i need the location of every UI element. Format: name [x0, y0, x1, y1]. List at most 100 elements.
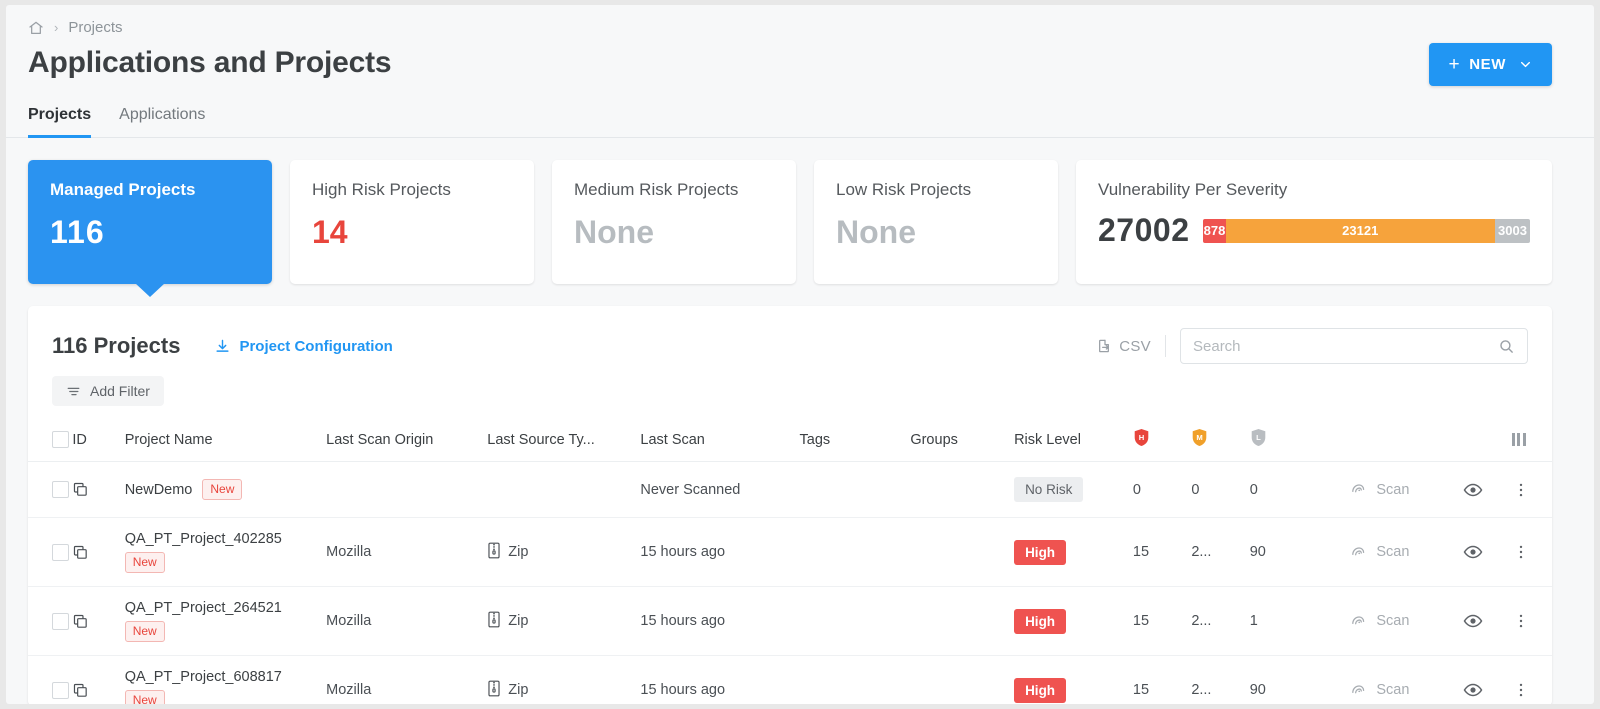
kebab-menu-icon[interactable] [1512, 543, 1552, 561]
column-header-last-scan[interactable]: Last Scan [640, 418, 800, 462]
plus-icon: + [1448, 54, 1461, 75]
projects-count: 116 Projects [52, 333, 181, 358]
copy-id-icon[interactable] [72, 682, 124, 699]
card-high-risk-projects[interactable]: High Risk Projects 14 [290, 160, 534, 284]
search-icon[interactable] [1498, 338, 1515, 355]
app-window: › Projects Applications and Projects + N… [6, 5, 1594, 704]
table-row[interactable]: QA_PT_Project_402285 New Mozilla Zip 15 hour… [28, 517, 1552, 587]
column-header-id[interactable]: ID [72, 418, 125, 462]
row-medium-count: 2... [1191, 655, 1250, 704]
row-last-scan-origin: Mozilla [326, 655, 488, 704]
csv-export-button[interactable]: CSV [1096, 335, 1166, 357]
severity-total: 27002 [1098, 212, 1190, 248]
row-select-cell [28, 461, 73, 518]
kebab-menu-icon[interactable] [1512, 481, 1552, 499]
column-header-risk-level[interactable]: Risk Level [1014, 418, 1133, 462]
search-input[interactable] [1193, 337, 1498, 355]
table-row[interactable]: QA_PT_Project_264521 New Mozilla Zip 15 hour… [28, 586, 1552, 656]
project-name-text[interactable]: NewDemo [125, 482, 193, 498]
column-header-low-severity[interactable]: L [1249, 418, 1343, 462]
severity-segment-1: 23121 [1225, 218, 1495, 243]
table-row[interactable]: QA_PT_Project_608817 New Mozilla Zip 15 hour… [28, 655, 1552, 705]
tab-applications[interactable]: Applications [119, 106, 205, 138]
medium-severity-icon: M [1191, 428, 1208, 451]
search-box[interactable] [1180, 328, 1528, 364]
card-value: None [574, 214, 654, 250]
add-filter-label: Add Filter [90, 383, 150, 399]
column-header-medium-severity[interactable]: M [1191, 418, 1250, 462]
breadcrumb-current[interactable]: Projects [68, 19, 122, 36]
project-configuration-button[interactable]: Project Configuration [214, 338, 393, 355]
new-badge: New [124, 621, 165, 642]
row-last-source-type: Zip [487, 517, 641, 587]
projects-panel: 116 Projects Project Configuration CSV S… [28, 306, 1552, 704]
columns-icon[interactable] [1511, 433, 1552, 446]
copy-id-icon[interactable] [72, 613, 124, 630]
row-checkbox[interactable] [52, 543, 69, 561]
row-last-scan-origin: Mozilla [326, 517, 488, 587]
column-header-groups[interactable]: Groups [910, 418, 1015, 462]
row-options-cell [1511, 517, 1552, 587]
card-label: Low Risk Projects [836, 180, 972, 199]
row-tags [799, 655, 911, 704]
project-name-text[interactable]: QA_PT_Project_402285 [125, 531, 326, 547]
row-view-cell [1463, 461, 1512, 518]
project-name-text[interactable]: QA_PT_Project_264521 [125, 600, 326, 616]
add-filter-button[interactable]: Add Filter [52, 376, 164, 406]
scan-button[interactable]: Scan [1342, 475, 1417, 504]
row-high-count: 15 [1132, 655, 1192, 704]
card-value: 116 [50, 214, 105, 250]
card-medium-risk-projects[interactable]: Medium Risk Projects None [552, 160, 796, 284]
row-checkbox[interactable] [52, 612, 69, 630]
filter-icon [67, 387, 80, 395]
row-medium-count: 0 [1191, 461, 1250, 518]
row-options-cell [1511, 461, 1552, 518]
kebab-menu-icon[interactable] [1512, 681, 1552, 699]
table-header: ID Project Name Last Scan Origin Last So… [28, 418, 1552, 462]
scan-label: Scan [1376, 682, 1410, 698]
column-header-tags[interactable]: Tags [799, 418, 911, 462]
row-checkbox[interactable] [52, 681, 69, 699]
select-all-checkbox[interactable] [52, 431, 69, 448]
export-file-icon [1099, 339, 1110, 353]
copy-id-icon[interactable] [72, 544, 124, 561]
scan-button[interactable]: Scan [1342, 676, 1417, 705]
filter-row: Add Filter [28, 364, 1552, 406]
scan-label: Scan [1376, 544, 1410, 560]
eye-icon[interactable] [1463, 480, 1511, 500]
row-project-name-cell: QA_PT_Project_402285 New [124, 517, 327, 587]
column-header-last-scan-origin[interactable]: Last Scan Origin [326, 418, 488, 462]
csv-label: CSV [1119, 337, 1151, 355]
row-risk-level: High [1014, 586, 1133, 656]
scan-button[interactable]: Scan [1342, 538, 1417, 567]
row-checkbox[interactable] [52, 481, 69, 498]
row-copy-id-cell [72, 461, 125, 518]
eye-icon[interactable] [1463, 611, 1511, 631]
row-project-name-cell: QA_PT_Project_608817 New [124, 655, 327, 704]
card-label: Vulnerability Per Severity [1098, 180, 1288, 199]
scan-button[interactable]: Scan [1342, 607, 1417, 636]
kebab-menu-icon[interactable] [1512, 612, 1552, 630]
column-header-project-name[interactable]: Project Name [124, 418, 327, 462]
table-row[interactable]: NewDemo New Never Scanned No Risk 0 0 0 Scan [28, 461, 1552, 518]
download-icon [216, 339, 229, 352]
card-vulnerability-per-severity[interactable]: Vulnerability Per Severity 27002 878 2312… [1076, 160, 1552, 284]
home-icon[interactable] [28, 20, 44, 36]
row-tags [799, 461, 911, 518]
card-managed-projects[interactable]: Managed Projects 116 [28, 160, 272, 284]
row-view-cell [1463, 586, 1512, 656]
project-name-text[interactable]: QA_PT_Project_608817 [125, 669, 326, 685]
card-label: High Risk Projects [312, 180, 451, 199]
scan-label: Scan [1376, 613, 1410, 629]
risk-badge: High [1014, 539, 1067, 565]
card-low-risk-projects[interactable]: Low Risk Projects None [814, 160, 1058, 284]
eye-icon[interactable] [1463, 542, 1511, 562]
eye-icon[interactable] [1463, 680, 1511, 700]
row-last-scan: 15 hours ago [640, 586, 800, 656]
new-button[interactable]: + NEW [1428, 43, 1552, 86]
row-scan-cell: Scan [1342, 655, 1464, 705]
column-header-high-severity[interactable]: H [1132, 418, 1192, 462]
tab-projects[interactable]: Projects [28, 106, 92, 138]
copy-id-icon[interactable] [72, 481, 124, 498]
column-header-last-source-type[interactable]: Last Source Ty... [487, 418, 641, 462]
